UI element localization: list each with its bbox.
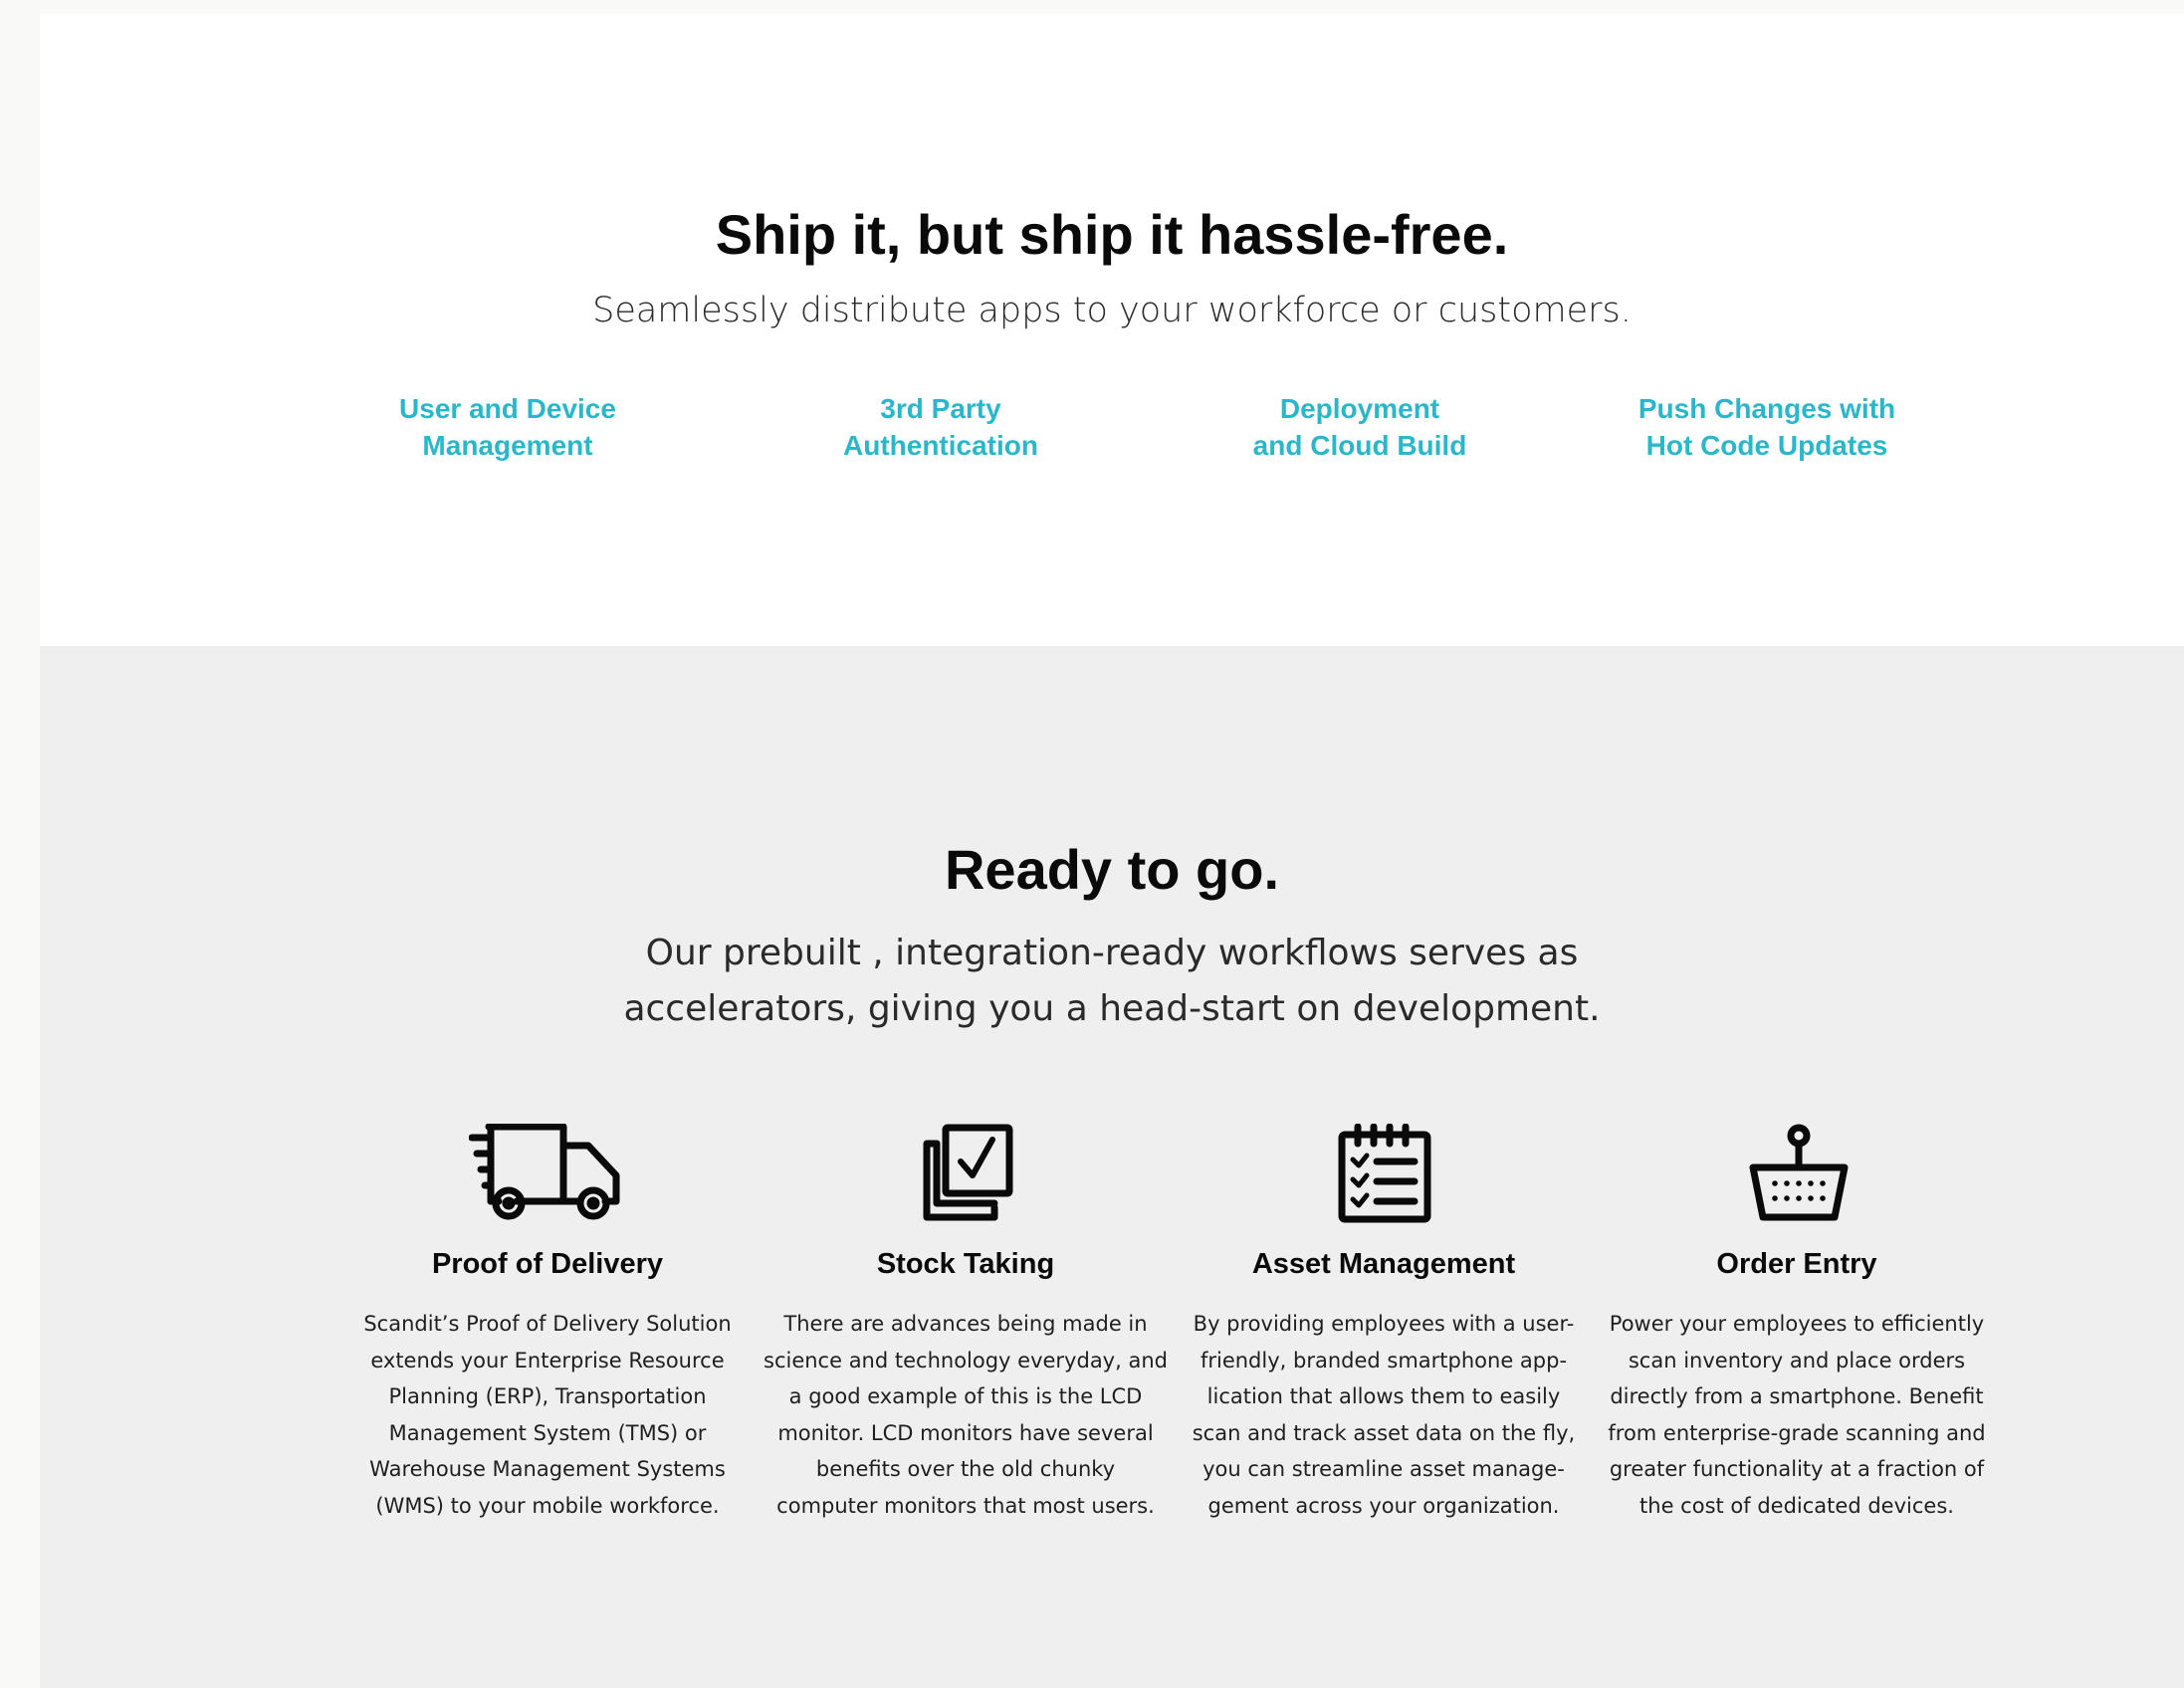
checklist-notepad-icon [1337, 1123, 1432, 1223]
ship-section-title: Ship it, but ship it hassle-free. [715, 203, 1509, 266]
page: Ship it, but ship it hassle-free. Seamle… [40, 14, 2184, 1688]
card-proof-of-delivery: Proof of Delivery Scandit’s Proof of Del… [328, 1123, 766, 1681]
card-stock-taking: Stock Taking There are advances being ma… [742, 1124, 1190, 1681]
ready-section-title: Ready to go. [944, 838, 1280, 901]
card-title: Asset Management [1251, 1248, 1516, 1280]
delivery-truck-icon [468, 1123, 628, 1223]
link-deployment-cloud-build[interactable]: Deployment and Cloud Build [1191, 390, 1529, 464]
ready-section: Ready to go. Our prebuilt , integration-… [40, 646, 2184, 1688]
card-description: By providing employees with a user- frie… [1192, 1312, 1576, 1518]
card-description: There are advances being made in science… [764, 1312, 1168, 1518]
link-third-party-authentication[interactable]: 3rd Party Authentication [771, 390, 1110, 464]
card-title: Order Entry [1716, 1248, 1877, 1280]
checkbox-stack-icon [921, 1124, 1015, 1223]
link-user-device-management[interactable]: User and Device Management [338, 390, 677, 464]
ready-section-subtitle-line-1: Our prebuilt , integration-ready workflo… [645, 933, 1579, 973]
card-description: Scandit’s Proof of Delivery Solution ext… [363, 1312, 732, 1518]
card-asset-management: Asset Management By providing employees … [1165, 1123, 1603, 1681]
card-description: Power your employees to efficiently scan… [1608, 1312, 1986, 1518]
link-push-hot-code-updates[interactable]: Push Changes with Hot Code Updates [1578, 390, 1956, 464]
shopping-basket-icon [1749, 1124, 1849, 1223]
ready-section-subtitle-line-2: accelerators, giving you a head-start on… [623, 988, 1601, 1029]
ship-section: Ship it, but ship it hassle-free. Seamle… [40, 14, 2184, 646]
ship-section-subtitle: Seamlessly distribute apps to your workf… [592, 291, 1632, 330]
card-order-entry: Order Entry Power your employees to effi… [1578, 1124, 2016, 1681]
card-title: Stock Taking [876, 1248, 1055, 1280]
card-title: Proof of Delivery [431, 1248, 664, 1280]
